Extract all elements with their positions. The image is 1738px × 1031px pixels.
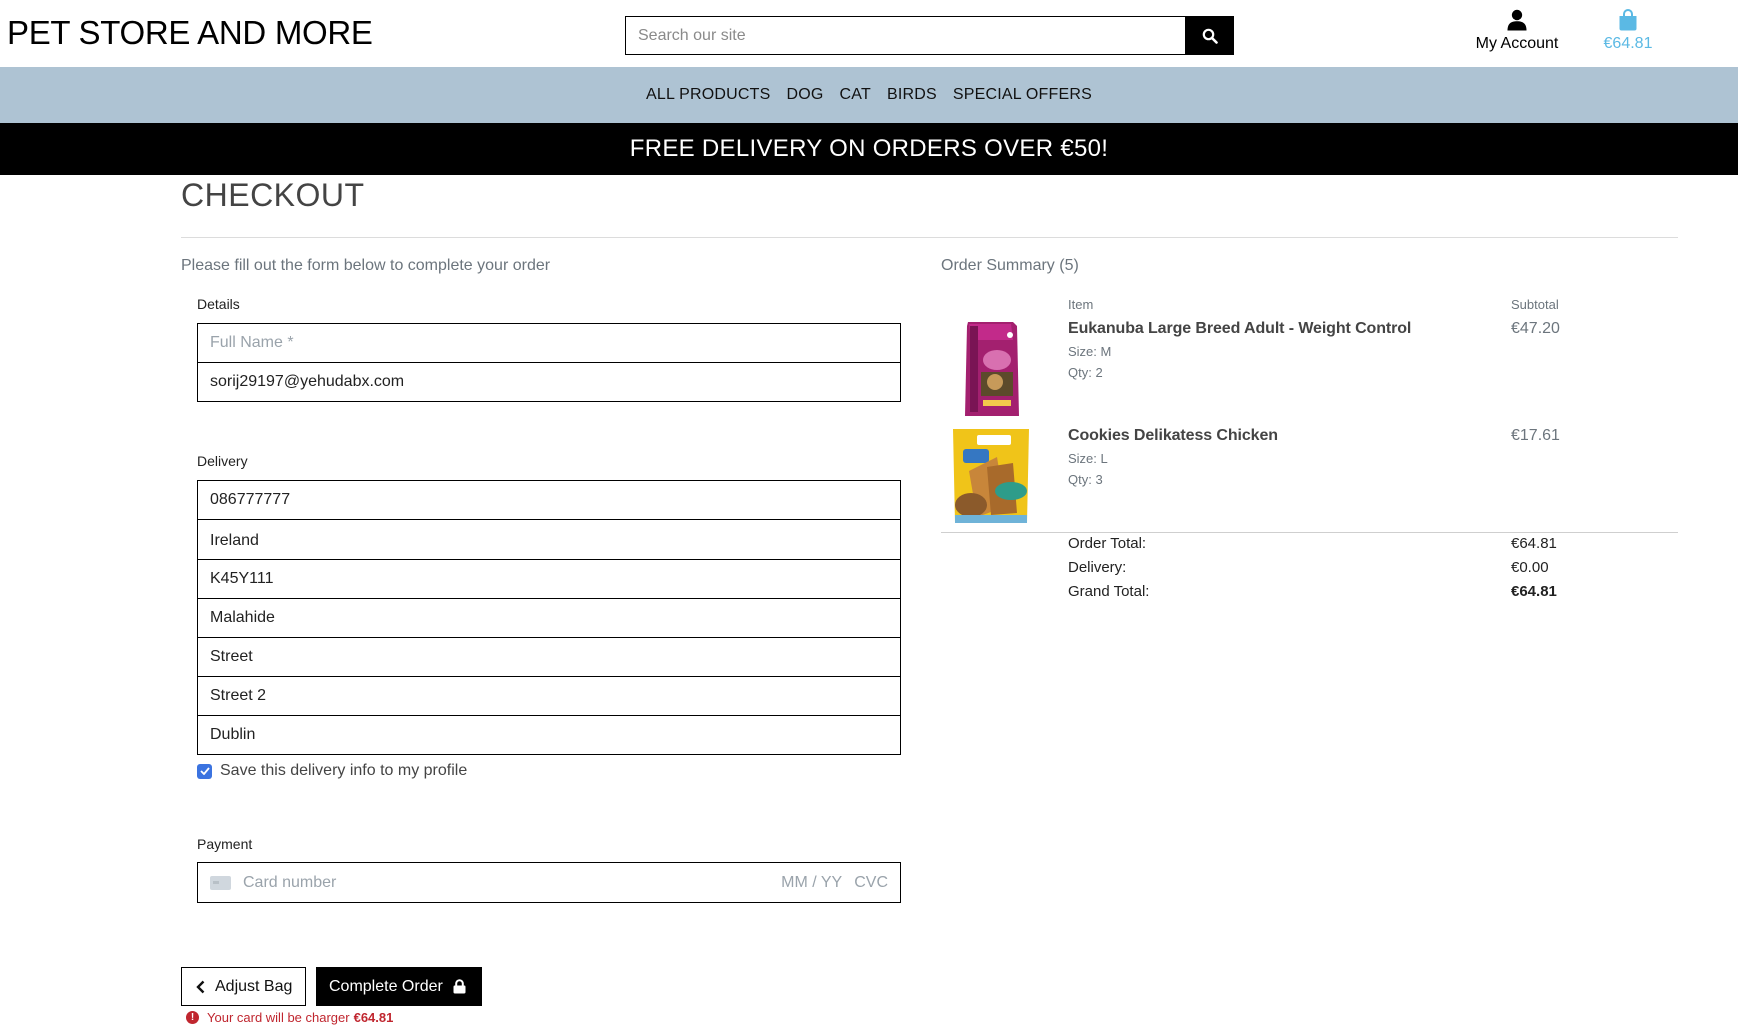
exclamation-circle-icon: ! [186,1011,199,1024]
card-cvc-placeholder: CVC [854,873,888,891]
grand-total-value: €64.81 [1511,583,1557,600]
site-header: PET STORE AND MORE My Account €64.81 [0,0,1738,67]
shopping-bag-icon [1619,9,1637,31]
phone-field[interactable] [197,480,901,520]
delivery-label: Delivery: [1068,559,1127,576]
payment-legend: Payment [197,836,253,852]
item-column-header: Item [1068,297,1094,312]
lock-icon [453,979,466,994]
card-number-placeholder: Card number [243,873,337,891]
user-icon [1507,9,1527,31]
order-total-label: Order Total: [1068,535,1147,552]
search-input[interactable] [625,16,1185,55]
adjust-bag-button[interactable]: Adjust Bag [181,967,307,1006]
street-address-1-field[interactable] [197,637,901,677]
item-size: Size: M [1068,344,1112,359]
summary-item: Cookies Delikatess Chicken Size: L Qty: … [941,427,1561,527]
shopping-bag-link[interactable]: €64.81 [1598,9,1658,53]
nav-special-offers[interactable]: SPECIAL OFFERS [953,86,1092,104]
checkmark-icon [199,767,210,775]
charge-amount: €64.81 [353,1010,394,1025]
item-qty: Qty: 2 [1068,365,1103,380]
grand-total-label: Grand Total: [1068,583,1150,600]
page-title: CHECKOUT [181,177,365,213]
save-info-row[interactable]: Save this delivery info to my profile [197,762,467,780]
order-totals: Order Total: €64.81 Delivery: €0.00 Gran… [1068,535,1568,607]
site-logo[interactable]: PET STORE AND MORE [7,14,373,52]
free-delivery-banner: FREE DELIVERY ON ORDERS OVER €50! [0,123,1738,175]
search-icon [1202,28,1218,44]
my-account-link[interactable]: My Account [1470,9,1564,53]
card-element[interactable]: Card number MM / YY CVC [197,862,901,903]
item-subtotal: €47.20 [1511,320,1560,337]
item-name: Eukanuba Large Breed Adult - Weight Cont… [1068,320,1412,337]
item-size: Size: L [1068,451,1108,466]
postcode-field[interactable] [197,559,901,599]
order-total-value: €64.81 [1511,535,1557,552]
complete-order-label: Complete Order [329,977,443,995]
email-field[interactable] [197,362,901,402]
chevron-left-icon [196,980,205,993]
title-divider [181,237,1678,238]
town-field[interactable] [197,598,901,638]
delivery-fields [197,480,901,755]
save-info-checkbox[interactable] [197,763,212,779]
order-summary-title: Order Summary (5) [941,257,1079,274]
main-nav: ALL PRODUCTS DOG CAT BIRDS SPECIAL OFFER… [0,67,1738,123]
form-intro: Please fill out the form below to comple… [181,257,551,274]
charge-warning: ! Your card will be charger €64.81 [186,1010,393,1025]
subtotal-column-header: Subtotal [1511,297,1559,312]
adjust-bag-label: Adjust Bag [215,977,293,995]
charge-warning-text: Your card will be charger [207,1010,350,1025]
delivery-value: €0.00 [1511,559,1549,576]
nav-all-products[interactable]: ALL PRODUCTS [646,86,771,104]
save-info-label: Save this delivery info to my profile [220,762,468,779]
full-name-field[interactable] [197,323,901,363]
nav-cat[interactable]: CAT [840,86,871,104]
search-form [625,16,1234,55]
bag-total: €64.81 [1603,35,1653,52]
delivery-legend: Delivery [197,453,248,469]
grand-total-row: Grand Total: €64.81 [1068,583,1568,607]
details-fields [197,323,901,402]
my-account-label: My Account [1475,35,1559,52]
item-qty: Qty: 3 [1068,472,1103,487]
nav-birds[interactable]: BIRDS [887,86,937,104]
dog-treats-bag-image [953,429,1029,523]
summary-item: Eukanuba Large Breed Adult - Weight Cont… [941,320,1561,420]
search-button[interactable] [1185,16,1234,55]
delivery-row: Delivery: €0.00 [1068,559,1568,583]
dog-food-bag-image [965,322,1019,416]
item-subtotal: €17.61 [1511,427,1560,444]
item-name: Cookies Delikatess Chicken [1068,427,1278,444]
summary-divider [941,532,1678,533]
street-address-2-field[interactable] [197,676,901,716]
card-expiry-placeholder: MM / YY [781,873,843,891]
order-total-row: Order Total: €64.81 [1068,535,1568,559]
details-legend: Details [197,296,240,312]
credit-card-icon [210,875,231,890]
complete-order-button[interactable]: Complete Order [316,967,482,1006]
country-select[interactable] [197,519,901,560]
nav-dog[interactable]: DOG [787,86,824,104]
county-field[interactable] [197,715,901,755]
